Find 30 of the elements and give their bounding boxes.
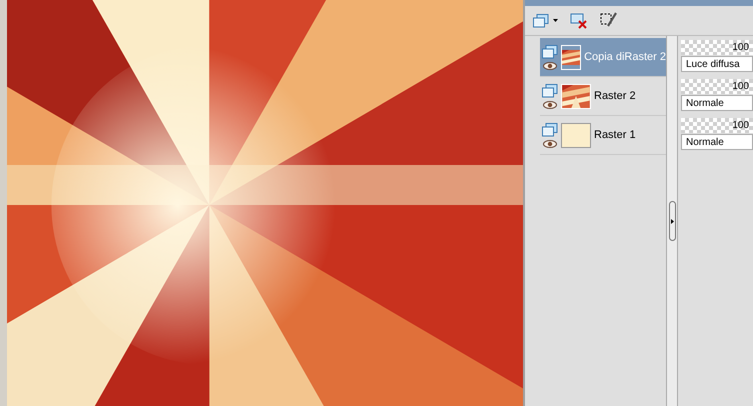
splitter-handle[interactable] — [668, 201, 676, 241]
layer-thumbnail — [561, 84, 591, 108]
opacity-value: 100 — [732, 80, 749, 94]
layer-name: Copia diRaster 2 — [584, 50, 666, 65]
layer-row[interactable]: Raster 2 — [540, 77, 666, 116]
raster-layer-icon — [533, 14, 549, 28]
eye-icon[interactable] — [543, 62, 557, 70]
opacity-value: 100 — [732, 119, 749, 133]
blend-mode-dropdown[interactable]: Luce diffusa — [681, 56, 753, 72]
brush-selection-icon[interactable] — [600, 12, 618, 30]
layer-name: Raster 1 — [594, 128, 636, 143]
raster-layer-icon — [542, 44, 558, 58]
caret-icon — [553, 19, 558, 22]
opacity-slider-fill[interactable] — [681, 118, 753, 133]
layer-row[interactable]: Raster 1 — [540, 116, 666, 155]
blend-mode-dropdown[interactable]: Normale — [681, 95, 753, 111]
eye-icon[interactable] — [543, 140, 557, 148]
raster-layer-icon — [542, 122, 558, 136]
opacity-slider-fill[interactable] — [681, 40, 753, 55]
opacity-slider-fill[interactable] — [681, 79, 753, 94]
layer-thumbnail — [561, 122, 591, 148]
layer-thumbnail — [561, 44, 582, 70]
raster-layer-icon — [542, 84, 558, 98]
delete-layer-icon[interactable] — [570, 12, 588, 28]
eye-icon[interactable] — [543, 100, 557, 108]
new-layer-button[interactable] — [533, 14, 558, 28]
opacity-value: 100 — [732, 41, 749, 55]
expand-arrow-icon — [670, 218, 674, 224]
blend-mode-dropdown[interactable]: Normale — [681, 134, 753, 150]
layer-name: Raster 2 — [594, 88, 636, 104]
